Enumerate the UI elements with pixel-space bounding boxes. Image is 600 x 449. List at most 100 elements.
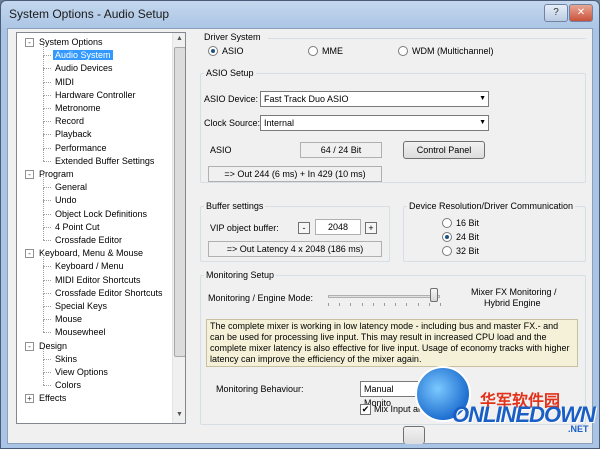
clock-source-select[interactable]: Internal ▼ (260, 115, 489, 131)
collapse-icon[interactable]: - (25, 341, 34, 351)
tree-connector (43, 122, 44, 136)
tree-item[interactable]: System Options (37, 36, 105, 49)
slider-tick (361, 303, 363, 306)
tree-item[interactable]: Special Keys (53, 300, 109, 313)
tree-item[interactable]: Hardware Controller (53, 89, 138, 102)
options-tree[interactable]: ▲ ▼ System Options - Audio System Audio Dev… (16, 32, 186, 424)
expand-icon[interactable]: + (25, 394, 34, 404)
slider-tick (372, 303, 374, 306)
tree-item[interactable]: Playback (53, 128, 94, 141)
scroll-thumb[interactable] (174, 47, 185, 357)
mix-input-checkbox[interactable]: ✔ (360, 404, 371, 415)
control-panel-button[interactable]: Control Panel (403, 141, 485, 159)
tree-item[interactable]: Record (53, 115, 86, 128)
tree-item[interactable]: Crossfade Editor Shortcuts (53, 287, 165, 300)
asio-device-label: ASIO Device: (204, 94, 259, 104)
radio-asio[interactable] (208, 46, 218, 56)
tree-connector (43, 81, 51, 83)
resolution-group (403, 206, 586, 262)
engine-mode-slider[interactable] (430, 288, 439, 302)
window-title: System Options - Audio Setup (9, 7, 170, 21)
tree-item[interactable]: Metronome (53, 102, 103, 115)
tree-item-label: Mouse (55, 314, 83, 325)
close-button[interactable]: ✕ (569, 4, 593, 22)
tree-item[interactable]: Extended Buffer Settings (53, 155, 156, 168)
collapse-icon[interactable]: - (25, 170, 34, 179)
tree-item-label: MIDI Editor Shortcuts (55, 274, 141, 285)
tree-item[interactable]: Object Lock Definitions (53, 208, 149, 221)
radio-32-bit-label: 32 Bit (456, 246, 480, 256)
tree-connector (43, 228, 44, 240)
tree-item-label: Mousewheel (55, 327, 106, 338)
tree-item[interactable]: Audio Devices (53, 62, 115, 75)
vip-buffer-decrement[interactable]: - (298, 222, 310, 234)
clock-source-value: Internal (264, 118, 295, 128)
tree-connector (43, 96, 44, 110)
tree-item[interactable]: Effects (37, 392, 68, 405)
monitoring-behaviour-select[interactable]: Manual Monito (360, 381, 422, 408)
tree-item[interactable]: Keyboard / Menu (53, 260, 126, 273)
slider-tick (339, 303, 341, 306)
tree-connector (43, 108, 51, 109)
tree-item[interactable]: Design (37, 340, 69, 353)
tree-connector (43, 200, 51, 202)
tree-item-label: Audio Devices (55, 63, 113, 74)
vip-buffer-increment[interactable]: + (365, 222, 377, 234)
tree-item-label: Design (39, 340, 68, 351)
radio-mme-label: MME (322, 46, 343, 56)
tree-item[interactable]: Keyboard, Menu & Mouse (37, 247, 145, 260)
tree-item-label: 4 Point Cut (55, 221, 100, 232)
tree-connector (43, 279, 51, 281)
tree-connector (43, 135, 44, 149)
tree-item[interactable]: Performance (53, 142, 109, 155)
tree-item[interactable]: Crossfade Editor (53, 234, 124, 247)
tree-item[interactable]: Mousewheel (53, 326, 108, 339)
tree-connector (43, 266, 51, 268)
tree-connector (43, 332, 51, 334)
radio-16-bit[interactable] (442, 218, 452, 228)
tree-item[interactable]: General (53, 181, 89, 194)
tree-item[interactable]: Audio System (53, 49, 113, 62)
engine-mode-track[interactable] (328, 295, 440, 298)
tree-item-label: MIDI (55, 76, 74, 87)
asio-device-value: Fast Track Duo ASIO (264, 94, 349, 104)
tree-connector (43, 346, 44, 360)
tree-item[interactable]: Skins (53, 353, 79, 366)
tree-item-label: Keyboard, Menu & Mouse (39, 248, 144, 259)
tree-item[interactable]: 4 Point Cut (53, 221, 102, 234)
tree-scrollbar[interactable]: ▲ ▼ (172, 33, 185, 423)
tree-item[interactable]: View Options (53, 366, 110, 379)
scroll-up-icon[interactable]: ▲ (176, 35, 183, 42)
radio-32-bit[interactable] (442, 246, 452, 256)
scroll-down-icon[interactable]: ▼ (176, 411, 183, 418)
radio-wdm[interactable] (398, 46, 408, 56)
collapse-icon[interactable]: - (25, 38, 34, 47)
slider-tick (428, 303, 430, 306)
dialog-button-partial[interactable] (403, 426, 425, 444)
title-bar[interactable]: System Options - Audio Setup ? ✕ (1, 1, 599, 27)
tree-item-label: Keyboard / Menu (55, 261, 124, 272)
driver-system-divider (268, 38, 586, 39)
tree-item[interactable]: Colors (53, 379, 83, 392)
tree-item[interactable]: Undo (53, 194, 79, 207)
tree-item[interactable]: MIDI (53, 76, 76, 89)
monitoring-label: Monitoring Setup (204, 270, 277, 280)
tree-item[interactable]: Mouse (53, 313, 84, 326)
collapse-icon[interactable]: - (25, 249, 34, 259)
radio-24-bit[interactable] (442, 232, 452, 242)
tree-connector (43, 94, 51, 96)
engine-mode-label: Monitoring / Engine Mode: (208, 293, 314, 303)
buffer-settings-label: Buffer settings (204, 201, 266, 211)
tree-connector (43, 320, 44, 333)
tree-item-label: Hardware Controller (55, 89, 136, 100)
tree-connector (43, 55, 51, 57)
radio-mme[interactable] (308, 46, 318, 56)
tree-connector (43, 56, 44, 70)
help-button[interactable]: ? (544, 4, 568, 22)
vip-buffer-value[interactable]: 2048 (315, 219, 361, 235)
tree-item[interactable]: MIDI Editor Shortcuts (53, 274, 143, 287)
tree-item-label: Audio System (53, 50, 113, 61)
slider-tick (328, 303, 329, 306)
tree-connector (43, 188, 44, 202)
asio-device-select[interactable]: Fast Track Duo ASIO ▼ (260, 91, 489, 107)
